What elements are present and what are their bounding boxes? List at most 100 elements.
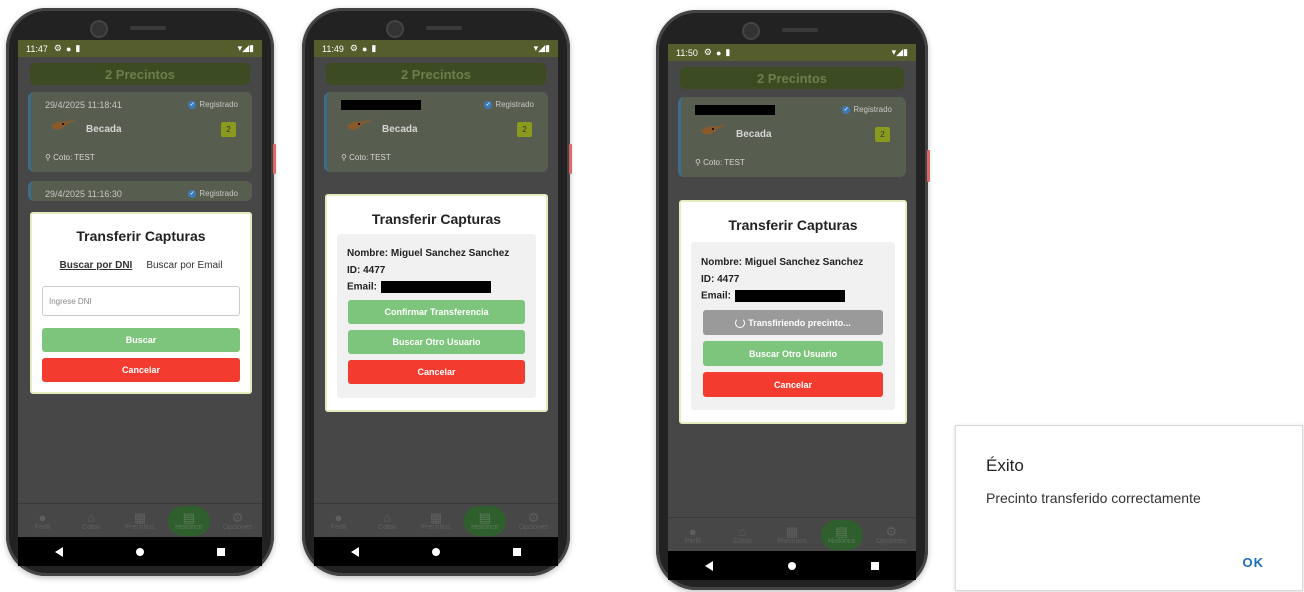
user-name: Nombre: Miguel Sanchez Sanchez <box>701 257 864 268</box>
species-name: Becada <box>86 124 122 135</box>
cancel-button[interactable]: Cancelar <box>703 372 883 397</box>
gear-icon: ⚙ <box>885 523 897 539</box>
redacted-email <box>381 281 492 293</box>
speaker <box>130 26 166 30</box>
back-icon[interactable] <box>54 546 63 557</box>
recents-icon[interactable] <box>870 561 879 570</box>
tab-opciones[interactable]: ⚙ Opciones <box>217 506 259 536</box>
status-time: 11:47 <box>26 43 48 54</box>
registered-badge: ✓ Registrado <box>842 105 892 114</box>
species-name: Becada <box>736 129 772 140</box>
camera <box>386 20 404 38</box>
home-button-icon[interactable] <box>135 547 144 556</box>
app-icon: ● <box>361 43 368 54</box>
tab-opciones[interactable]: ⚙ Opciones <box>513 506 555 536</box>
signal-battery-icon: ▾◢▮ <box>237 43 254 53</box>
user-info-box: Nombre: Miguel Sanchez Sanchez ID: 4477 … <box>337 234 536 398</box>
status-time: 11:50 <box>676 47 698 58</box>
redacted-email <box>735 290 846 302</box>
check-icon: ✓ <box>188 100 197 109</box>
transferring-button: Transfiriendo precinto... <box>703 310 883 335</box>
cancel-button[interactable]: Cancelar <box>348 360 525 384</box>
count-badge: 2 <box>517 122 532 137</box>
card-date: 29/4/2025 11:16:30 <box>45 189 122 199</box>
app-icon: ● <box>715 47 722 58</box>
speaker <box>426 26 462 30</box>
success-dialog: Éxito Precinto transferido correctamente… <box>955 425 1303 591</box>
coto-label: ⚲ Coto: TEST <box>695 158 745 167</box>
bird-icon <box>701 124 727 135</box>
screen-2: 11:49 ⚙ ● ▮ ▾◢▮ 2 Precintos ✓ Registrado … <box>314 40 558 566</box>
spinner-icon <box>735 317 746 328</box>
tab-precintos[interactable]: ▦ Precintos <box>771 520 813 550</box>
buscar-button[interactable]: Buscar <box>42 328 240 352</box>
registered-badge: ✓ Registrado <box>188 189 238 198</box>
transfer-modal: Transferir Capturas Nombre: Miguel Sanch… <box>679 200 907 424</box>
transfer-modal: Transferir Capturas Nombre: Miguel Sanch… <box>325 194 548 412</box>
search-other-user-button[interactable]: Buscar Otro Usuario <box>348 330 525 354</box>
coto-label: ⚲ Coto: TEST <box>45 153 95 162</box>
back-icon[interactable] <box>705 560 714 571</box>
confirm-transfer-button[interactable]: Confirmar Transferencia <box>348 300 525 324</box>
dialog-message: Precinto transferido correctamente <box>986 490 1201 506</box>
side-button <box>273 144 276 174</box>
tab-perfil[interactable]: ● Perfil <box>21 506 63 536</box>
tab-historico[interactable]: ▤ Histórico <box>167 505 210 536</box>
home-button-icon[interactable] <box>431 547 440 556</box>
calendar-icon: ▤ <box>182 509 195 525</box>
recents-icon[interactable] <box>513 547 522 556</box>
precinto-card[interactable]: ✓ Registrado Becada 2 ⚲ Coto: TEST <box>678 97 906 177</box>
signal-battery-icon: ▾◢▮ <box>891 47 908 57</box>
person-icon: ● <box>688 523 697 539</box>
tab-cotos[interactable]: ⌂ Cotos <box>70 506 112 536</box>
tab-precintos[interactable]: ▦ Precintos <box>119 506 161 536</box>
check-icon: ✓ <box>188 189 197 198</box>
tab-perfil[interactable]: ● Perfil <box>317 506 359 536</box>
search-other-user-button[interactable]: Buscar Otro Usuario <box>703 341 883 366</box>
bird-icon <box>347 119 373 130</box>
tab-opciones[interactable]: ⚙ Opciones <box>870 520 912 550</box>
phone-2: 11:49 ⚙ ● ▮ ▾◢▮ 2 Precintos ✓ Registrado … <box>302 8 572 576</box>
cancel-button[interactable]: Cancelar <box>42 358 240 382</box>
dni-input[interactable]: Ingrese DNI <box>42 286 240 316</box>
recents-icon[interactable] <box>217 547 226 556</box>
precintos-header: 2 Precintos <box>30 63 250 85</box>
gear-icon: ⚙ <box>527 509 540 525</box>
user-email: Email: <box>347 281 492 293</box>
user-info-box: Nombre: Miguel Sanchez Sanchez ID: 4477 … <box>691 242 895 410</box>
dialog-title: Éxito <box>986 456 1024 475</box>
tab-buscar-email[interactable]: Buscar por Email <box>146 260 222 271</box>
qr-icon: ▦ <box>133 509 147 525</box>
search-mode-tabs: Buscar por DNI Buscar por Email <box>32 260 250 271</box>
screen-1: 11:47 ⚙ ● ▮ ▾◢▮ 2 Precintos 29/4/2025 11… <box>18 40 262 566</box>
camera <box>742 22 760 40</box>
gear-icon: ⚙ <box>231 509 244 525</box>
bird-icon <box>51 119 77 130</box>
qr-icon: ▦ <box>429 509 443 525</box>
status-bar: 11:49 ⚙ ● ▮ ▾◢▮ <box>314 40 558 57</box>
precinto-card[interactable]: 29/4/2025 11:16:30 ✓ Registrado <box>28 181 252 201</box>
tab-historico[interactable]: ▤ Histórico <box>463 505 506 536</box>
precinto-card[interactable]: 29/4/2025 11:18:41 ✓ Registrado Becada 2 … <box>28 92 252 172</box>
tab-historico[interactable]: ▤ Histórico <box>820 519 863 550</box>
tab-precintos[interactable]: ▦ Precintos <box>415 506 457 536</box>
person-icon: ● <box>334 509 343 525</box>
tab-buscar-dni[interactable]: Buscar por DNI <box>60 260 133 271</box>
tab-cotos[interactable]: ⌂ Cotos <box>721 520 763 550</box>
home-button-icon[interactable] <box>787 561 796 570</box>
home-icon: ⌂ <box>383 509 392 525</box>
user-name: Nombre: Miguel Sanchez Sanchez <box>347 248 510 259</box>
calendar-icon: ▤ <box>478 509 491 525</box>
back-icon[interactable] <box>350 546 359 557</box>
transfer-modal: Transferir Capturas Buscar por DNI Busca… <box>30 212 252 394</box>
registered-badge: ✓ Registrado <box>188 100 238 109</box>
precinto-card[interactable]: ✓ Registrado Becada 2 ⚲ Coto: TEST <box>324 92 548 172</box>
coto-label: ⚲ Coto: TEST <box>341 153 391 162</box>
redacted-date <box>695 105 775 115</box>
home-icon: ⌂ <box>738 523 747 539</box>
sim-icon: ▮ <box>371 43 377 53</box>
bottom-tab-bar: ● Perfil ⌂ Cotos ▦ Precintos ▤ Histórico ⚙ Op… <box>668 517 916 551</box>
tab-cotos[interactable]: ⌂ Cotos <box>366 506 408 536</box>
ok-button[interactable]: OK <box>1243 555 1265 570</box>
tab-perfil[interactable]: ● Perfil <box>672 520 714 550</box>
